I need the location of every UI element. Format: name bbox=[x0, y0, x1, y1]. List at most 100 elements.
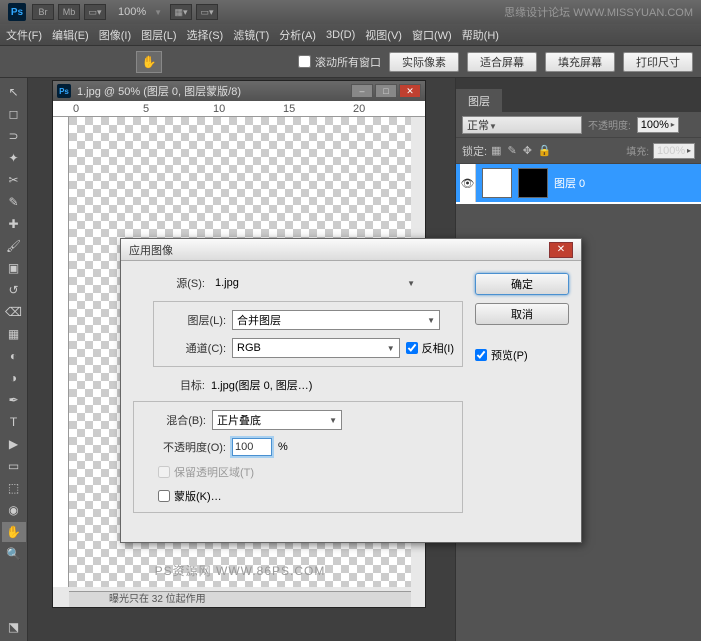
ruler-vertical bbox=[53, 117, 69, 587]
layers-panel-tab[interactable]: 图层 bbox=[456, 90, 701, 112]
ok-button[interactable]: 确定 bbox=[475, 273, 569, 295]
blur-tool[interactable]: ◐ bbox=[2, 346, 26, 366]
3d-tool[interactable]: ⬚ bbox=[2, 478, 26, 498]
layer-select[interactable]: 合并图层▼ bbox=[232, 310, 440, 330]
menu-layer[interactable]: 图层(L) bbox=[141, 27, 176, 43]
lock-paint-icon[interactable]: ✎ bbox=[507, 144, 516, 157]
zoom-level[interactable]: 100% bbox=[118, 6, 146, 18]
bridge-button[interactable]: Br bbox=[32, 4, 54, 20]
dialog-close-button[interactable]: ✕ bbox=[549, 242, 573, 258]
visibility-icon[interactable]: 👁 bbox=[460, 164, 476, 202]
lock-position-icon[interactable]: ✥ bbox=[523, 144, 532, 157]
layer-name[interactable]: 图层 0 bbox=[554, 175, 585, 191]
stamp-tool[interactable]: ▣ bbox=[2, 258, 26, 278]
blend-label: 混合(B): bbox=[134, 412, 206, 428]
menu-3d[interactable]: 3D(D) bbox=[326, 29, 355, 41]
dlg-opacity-label: 不透明度(O): bbox=[134, 439, 226, 455]
menu-edit[interactable]: 编辑(E) bbox=[52, 27, 89, 43]
cancel-button[interactable]: 取消 bbox=[475, 303, 569, 325]
fill-input[interactable]: 100%▸ bbox=[653, 143, 695, 159]
eyedropper-tool[interactable]: ✎ bbox=[2, 192, 26, 212]
pen-tool[interactable]: ✒ bbox=[2, 390, 26, 410]
lasso-tool[interactable]: ⊃ bbox=[2, 126, 26, 146]
source-label: 源(S): bbox=[133, 275, 205, 291]
hand-tool[interactable]: ✋ bbox=[2, 522, 26, 542]
menu-window[interactable]: 窗口(W) bbox=[412, 27, 452, 43]
watermark-text: 思缘设计论坛 WWW.MISSYUAN.COM bbox=[504, 4, 693, 20]
menu-view[interactable]: 视图(V) bbox=[365, 27, 402, 43]
opacity-label: 不透明度: bbox=[588, 117, 631, 132]
arrange-button[interactable]: ▦▾ bbox=[170, 4, 192, 20]
crop-tool[interactable]: ✂ bbox=[2, 170, 26, 190]
menu-filter[interactable]: 滤镜(T) bbox=[233, 27, 269, 43]
lock-row: 锁定: ▦ ✎ ✥ 🔒 填充: 100%▸ bbox=[456, 138, 701, 164]
extras-button[interactable]: ▭▾ bbox=[196, 4, 218, 20]
opacity-input[interactable]: 100%▸ bbox=[637, 117, 679, 133]
screen-mode-button[interactable]: ▭▾ bbox=[84, 4, 106, 20]
actual-pixels-button[interactable]: 实际像素 bbox=[389, 52, 459, 72]
hand-tool-preset[interactable]: ✋ bbox=[136, 51, 162, 73]
status-text: 曝光只在 32 位起作用 bbox=[107, 588, 208, 607]
ps-logo: Ps bbox=[8, 3, 26, 21]
menu-analysis[interactable]: 分析(A) bbox=[279, 27, 316, 43]
dodge-tool[interactable]: ◑ bbox=[2, 368, 26, 388]
ruler-horizontal: 0 5 10 15 20 bbox=[53, 101, 425, 117]
dialog-titlebar[interactable]: 应用图像 ✕ bbox=[121, 239, 581, 261]
invert-checkbox[interactable]: 反相(I) bbox=[406, 340, 454, 356]
layer-thumbnail[interactable] bbox=[482, 168, 512, 198]
lock-transparency-icon[interactable]: ▦ bbox=[491, 144, 501, 157]
path-select-tool[interactable]: ▶ bbox=[2, 434, 26, 454]
maximize-button[interactable]: □ bbox=[375, 84, 397, 98]
print-size-button[interactable]: 打印尺寸 bbox=[623, 52, 693, 72]
3d-camera-tool[interactable]: ◉ bbox=[2, 500, 26, 520]
fit-screen-button[interactable]: 适合屏幕 bbox=[467, 52, 537, 72]
apply-image-dialog: 应用图像 ✕ 源(S): 1.jpg▼ 图层(L): 合并图层▼ 通道(C): … bbox=[120, 238, 582, 543]
scroll-all-checkbox[interactable]: 滚动所有窗口 bbox=[298, 54, 381, 70]
opacity-unit: % bbox=[278, 441, 288, 453]
target-label: 目标: bbox=[133, 377, 205, 393]
target-value: 1.jpg(图层 0, 图层…) bbox=[211, 377, 312, 393]
opacity-field[interactable] bbox=[232, 438, 272, 456]
tools-panel: ↖ ◻ ⊃ ✦ ✂ ✎ ✚ 🖌 ▣ ↺ ⌫ ▦ ◐ ◑ ✒ T ▶ ▭ ⬚ ◉ … bbox=[0, 78, 28, 641]
heal-tool[interactable]: ✚ bbox=[2, 214, 26, 234]
blend-select[interactable]: 正片叠底▼ bbox=[212, 410, 342, 430]
app-titlebar: Ps Br Mb ▭▾ 100% ▼ ▦▾ ▭▾ 思缘设计论坛 WWW.MISS… bbox=[0, 0, 701, 24]
zoom-tool[interactable]: 🔍 bbox=[2, 544, 26, 564]
gradient-tool[interactable]: ▦ bbox=[2, 324, 26, 344]
preview-checkbox[interactable]: 预览(P) bbox=[475, 347, 569, 363]
mask-checkbox[interactable]: 蒙版(K)… bbox=[158, 488, 222, 504]
source-select[interactable]: 1.jpg▼ bbox=[211, 273, 419, 293]
mask-thumbnail[interactable] bbox=[518, 168, 548, 198]
wand-tool[interactable]: ✦ bbox=[2, 148, 26, 168]
fill-label: 填充: bbox=[626, 143, 649, 158]
layer-item[interactable]: 👁 图层 0 bbox=[456, 164, 701, 202]
blend-mode-select[interactable]: 正常▼ bbox=[462, 116, 582, 134]
scrollbar-horizontal[interactable]: 曝光只在 32 位起作用 bbox=[69, 591, 411, 607]
document-titlebar[interactable]: Ps 1.jpg @ 50% (图层 0, 图层蒙版/8) – □ ✕ bbox=[53, 81, 425, 101]
marquee-tool[interactable]: ◻ bbox=[2, 104, 26, 124]
minimize-button[interactable]: – bbox=[351, 84, 373, 98]
type-tool[interactable]: T bbox=[2, 412, 26, 432]
color-swap[interactable]: ⬔ bbox=[2, 617, 26, 637]
canvas-watermark: PS资源网 WWW.86PS.COM bbox=[155, 562, 326, 579]
lock-all-icon[interactable]: 🔒 bbox=[538, 144, 552, 157]
minibridge-button[interactable]: Mb bbox=[58, 4, 80, 20]
menu-file[interactable]: 文件(F) bbox=[6, 27, 42, 43]
channel-select[interactable]: RGB▼ bbox=[232, 338, 400, 358]
move-tool[interactable]: ↖ bbox=[2, 82, 26, 102]
history-brush-tool[interactable]: ↺ bbox=[2, 280, 26, 300]
brush-tool[interactable]: 🖌 bbox=[2, 236, 26, 256]
menu-help[interactable]: 帮助(H) bbox=[462, 27, 499, 43]
preserve-transparency-checkbox: 保留透明区域(T) bbox=[158, 464, 254, 480]
menu-select[interactable]: 选择(S) bbox=[187, 27, 224, 43]
fill-screen-button[interactable]: 填充屏幕 bbox=[545, 52, 615, 72]
channel-label: 通道(C): bbox=[154, 340, 226, 356]
shape-tool[interactable]: ▭ bbox=[2, 456, 26, 476]
layer-label: 图层(L): bbox=[154, 312, 226, 328]
zoom-dropdown-icon[interactable]: ▼ bbox=[154, 8, 162, 17]
eraser-tool[interactable]: ⌫ bbox=[2, 302, 26, 322]
layer-list: 👁 图层 0 bbox=[456, 164, 701, 204]
close-button[interactable]: ✕ bbox=[399, 84, 421, 98]
blend-mode-row: 正常▼ 不透明度: 100%▸ bbox=[456, 112, 701, 138]
menu-image[interactable]: 图像(I) bbox=[99, 27, 131, 43]
